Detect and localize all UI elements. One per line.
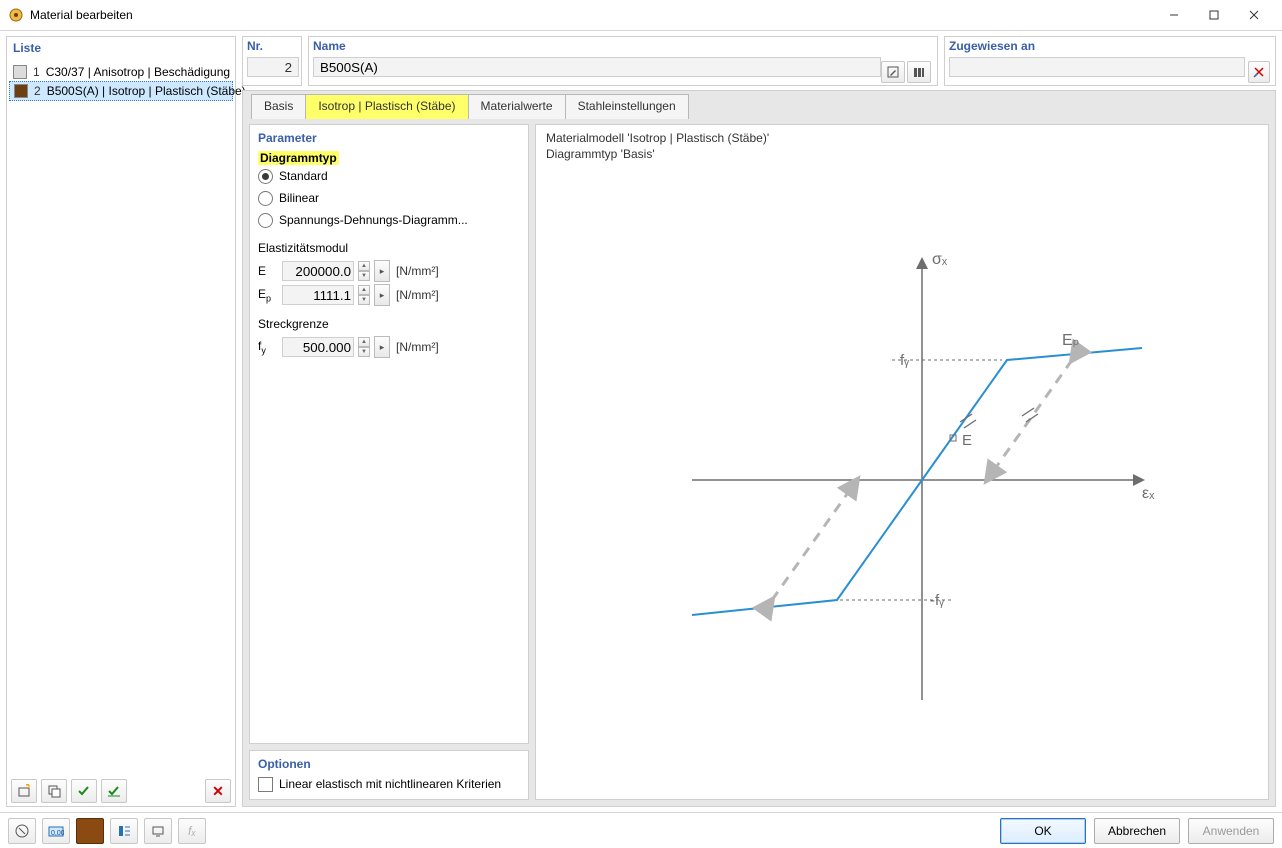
radio-icon <box>258 191 273 206</box>
ep-arrow-icon[interactable]: ▸ <box>374 284 390 306</box>
list-item[interactable]: 2 B500S(A) | Isotrop | Plastisch (Stäbe) <box>9 81 233 101</box>
list-title: Liste <box>7 37 235 63</box>
list-item-label: C30/37 | Anisotrop | Beschädigung <box>46 65 230 79</box>
name-label: Name <box>313 39 933 57</box>
list-item-index: 2 <box>34 84 41 98</box>
unit-label: [N/mm²] <box>396 264 439 278</box>
radio-label: Standard <box>279 169 328 183</box>
nr-input[interactable] <box>247 57 299 77</box>
radio-label: Spannungs-Dehnungs-Diagramm... <box>279 213 468 227</box>
linear-elastic-checkbox[interactable]: Linear elastisch mit nichtlinearen Krite… <box>258 773 520 795</box>
tab-stahleinstellungen[interactable]: Stahleinstellungen <box>565 94 689 119</box>
list-item-index: 1 <box>33 65 40 79</box>
svg-text:εₓ: εₓ <box>1142 485 1155 502</box>
name-input[interactable] <box>313 57 881 77</box>
assigned-panel: Zugewiesen an <box>944 36 1276 86</box>
diagrammtyp-label: Diagrammtyp <box>258 151 339 165</box>
unit-label: [N/mm²] <box>396 340 439 354</box>
options-title: Optionen <box>258 755 520 773</box>
library-icon[interactable] <box>907 61 931 83</box>
screen-button[interactable] <box>144 818 172 844</box>
window-title: Material bearbeiten <box>30 8 133 22</box>
tab-strip: Basis Isotrop | Plastisch (Stäbe) Materi… <box>243 91 1275 118</box>
list-panel: Liste 1 C30/37 | Anisotrop | Beschädigun… <box>6 36 236 807</box>
edit-name-icon[interactable] <box>881 61 905 83</box>
diagram-line1: Materialmodell 'Isotrop | Plastisch (Stä… <box>546 131 1258 147</box>
material-swatch-icon <box>13 65 27 79</box>
e-input[interactable] <box>282 261 354 281</box>
checkbox-icon <box>258 777 273 792</box>
section-button[interactable] <box>110 818 138 844</box>
svg-text:σₓ: σₓ <box>932 251 948 268</box>
list-item[interactable]: 1 C30/37 | Anisotrop | Beschädigung <box>9 63 233 81</box>
stress-strain-chart: σₓ εₓ fᵧ -fᵧ E Eₚ <box>642 240 1162 720</box>
copy-item-button[interactable] <box>41 779 67 803</box>
nr-panel: Nr. <box>242 36 302 86</box>
titlebar: Material bearbeiten <box>0 0 1282 31</box>
radio-standard[interactable]: Standard <box>258 165 520 187</box>
radio-icon <box>258 169 273 184</box>
maximize-button[interactable] <box>1194 1 1234 29</box>
radio-bilinear[interactable]: Bilinear <box>258 187 520 209</box>
delete-item-button[interactable]: ✕ <box>205 779 231 803</box>
svg-text:E: E <box>962 432 972 449</box>
fy-input[interactable] <box>282 337 354 357</box>
e-symbol: E <box>258 264 278 278</box>
ep-input[interactable] <box>282 285 354 305</box>
radio-icon <box>258 213 273 228</box>
apply-button[interactable]: Anwenden <box>1188 818 1274 844</box>
units-button[interactable]: 0,00 <box>42 818 70 844</box>
list-item-label: B500S(A) | Isotrop | Plastisch (Stäbe) <box>47 84 246 98</box>
svg-text:fᵧ: fᵧ <box>900 352 909 369</box>
clear-assigned-icon[interactable] <box>1248 61 1270 83</box>
fy-symbol: fy <box>258 339 278 355</box>
e-spinner[interactable]: ▲▼ <box>358 261 370 281</box>
assigned-input[interactable] <box>949 57 1245 77</box>
new-item-button[interactable]: * <box>11 779 37 803</box>
material-list[interactable]: 1 C30/37 | Anisotrop | Beschädigung 2 B5… <box>7 63 235 775</box>
check-green-button[interactable] <box>71 779 97 803</box>
emodul-label: Elastizitätsmodul <box>258 241 520 255</box>
tab-materialwerte[interactable]: Materialwerte <box>468 94 566 119</box>
svg-text:Eₚ: Eₚ <box>1062 332 1080 349</box>
material-swatch-icon <box>14 84 28 98</box>
svg-text:-fᵧ: -fᵧ <box>930 592 944 609</box>
fx-button[interactable]: fₓ <box>178 818 206 844</box>
tab-basis[interactable]: Basis <box>251 94 306 119</box>
name-panel: Name <box>308 36 938 86</box>
diagram-line2: Diagrammtyp 'Basis' <box>546 147 1258 163</box>
tab-isotrop-plastisch[interactable]: Isotrop | Plastisch (Stäbe) <box>305 94 468 119</box>
help-button[interactable] <box>8 818 36 844</box>
assigned-label: Zugewiesen an <box>949 39 1271 57</box>
checkbox-label: Linear elastisch mit nichtlinearen Krite… <box>279 777 501 791</box>
options-box: Optionen Linear elastisch mit nichtlinea… <box>249 750 529 800</box>
app-icon <box>8 7 24 23</box>
cancel-button[interactable]: Abbrechen <box>1094 818 1180 844</box>
close-button[interactable] <box>1234 1 1274 29</box>
ep-spinner[interactable]: ▲▼ <box>358 285 370 305</box>
dialog-footer: 0,00 fₓ OK Abbrechen Anwenden <box>0 812 1282 848</box>
ep-symbol: Ep <box>258 287 278 303</box>
parameter-box: Parameter Diagrammtyp Standard Bilinear <box>249 124 529 744</box>
ok-button[interactable]: OK <box>1000 818 1086 844</box>
check-green-alt-button[interactable] <box>101 779 127 803</box>
svg-text:*: * <box>26 784 29 791</box>
nr-label: Nr. <box>247 39 297 57</box>
minimize-button[interactable] <box>1154 1 1194 29</box>
radio-label: Bilinear <box>279 191 319 205</box>
fy-spinner[interactable]: ▲▼ <box>358 337 370 357</box>
diagram-panel: Materialmodell 'Isotrop | Plastisch (Stä… <box>535 124 1269 800</box>
unit-label: [N/mm²] <box>396 288 439 302</box>
tabs-panel: Basis Isotrop | Plastisch (Stäbe) Materi… <box>242 90 1276 807</box>
parameter-title: Parameter <box>258 129 520 151</box>
radio-stress-strain[interactable]: Spannungs-Dehnungs-Diagramm... <box>258 209 520 231</box>
e-arrow-icon[interactable]: ▸ <box>374 260 390 282</box>
color-button[interactable] <box>76 818 104 844</box>
streckgrenze-label: Streckgrenze <box>258 317 520 331</box>
svg-text:0,00: 0,00 <box>51 830 64 837</box>
fy-arrow-icon[interactable]: ▸ <box>374 336 390 358</box>
